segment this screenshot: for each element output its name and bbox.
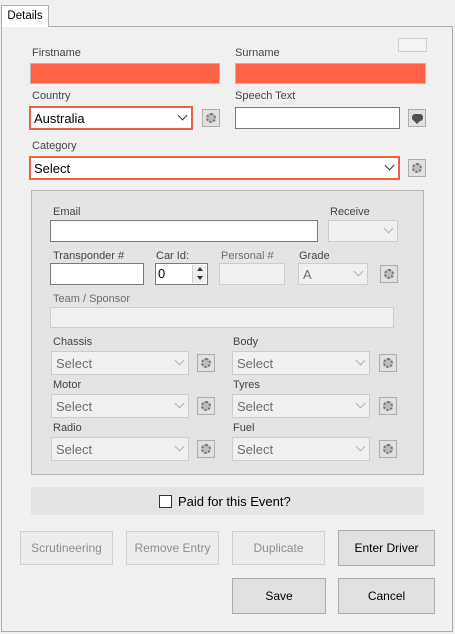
team-sponsor-field[interactable] — [50, 307, 394, 328]
gear-icon — [201, 444, 211, 454]
speech-text-field[interactable] — [235, 107, 400, 129]
transponder-label: Transponder # — [53, 250, 125, 262]
speech-text-label: Speech Text — [235, 90, 296, 102]
category-value: Select — [34, 161, 71, 176]
radio-select[interactable]: Select — [51, 437, 189, 461]
personal-label: Personal # — [221, 250, 274, 262]
tyres-value: Select — [237, 399, 274, 414]
fuel-select[interactable]: Select — [232, 437, 370, 461]
category-settings-button[interactable] — [408, 159, 426, 177]
spin-up-icon[interactable] — [192, 265, 206, 274]
gear-icon — [383, 358, 393, 368]
spin-down-icon[interactable] — [192, 274, 206, 283]
motor-settings-button[interactable] — [197, 397, 215, 415]
body-label: Body — [233, 336, 259, 348]
chassis-value: Select — [56, 356, 93, 371]
speech-play-button[interactable] — [408, 109, 426, 127]
gear-icon — [384, 269, 394, 279]
tyres-select[interactable]: Select — [232, 394, 370, 418]
chassis-settings-button[interactable] — [197, 354, 215, 372]
receive-select[interactable] — [328, 220, 398, 242]
chevron-down-icon — [355, 398, 366, 409]
chevron-down-icon — [174, 441, 185, 452]
car-id-stepper[interactable]: 0 — [155, 263, 208, 285]
paid-for-event-label[interactable]: Paid for this Event? — [178, 494, 291, 509]
body-select[interactable]: Select — [232, 351, 370, 375]
gear-icon — [383, 444, 393, 454]
grade-value: A — [303, 267, 312, 282]
paid-for-event-bar: Paid for this Event? — [31, 487, 424, 515]
gear-icon — [412, 163, 422, 173]
tab-details[interactable]: Details — [1, 5, 49, 27]
chevron-down-icon — [353, 266, 364, 277]
gear-icon — [383, 401, 393, 411]
email-field[interactable] — [50, 220, 318, 242]
transponder-field[interactable] — [50, 263, 144, 285]
car-id-value: 0 — [158, 266, 166, 281]
radio-settings-button[interactable] — [197, 440, 215, 458]
country-value: Australia — [34, 111, 85, 126]
chevron-down-icon — [174, 398, 185, 409]
radio-value: Select — [56, 442, 93, 457]
surname-label: Surname — [235, 47, 280, 59]
motor-select[interactable]: Select — [51, 394, 189, 418]
category-select[interactable]: Select — [29, 156, 400, 180]
gear-icon — [206, 113, 216, 123]
chevron-down-icon — [355, 441, 366, 452]
tyres-label: Tyres — [233, 379, 260, 391]
chevron-down-icon — [177, 110, 188, 121]
gear-icon — [201, 358, 211, 368]
motor-value: Select — [56, 399, 93, 414]
chevron-down-icon — [174, 355, 185, 366]
email-label: Email — [53, 206, 81, 218]
receive-label: Receive — [330, 206, 370, 218]
remove-entry-button[interactable]: Remove Entry — [126, 531, 219, 565]
chevron-down-icon — [384, 160, 395, 171]
chassis-select[interactable]: Select — [51, 351, 189, 375]
grade-select[interactable]: A — [298, 263, 368, 285]
motor-label: Motor — [53, 379, 82, 391]
gear-icon — [201, 401, 211, 411]
country-label: Country — [32, 90, 71, 102]
personal-field[interactable] — [219, 263, 285, 285]
radio-label: Radio — [53, 422, 82, 434]
tab-strip — [0, 0, 455, 24]
grade-settings-button[interactable] — [380, 265, 398, 283]
speech-icon — [412, 114, 423, 124]
chevron-down-icon — [355, 355, 366, 366]
category-label: Category — [32, 140, 77, 152]
fuel-label: Fuel — [233, 422, 255, 434]
firstname-label: Firstname — [32, 47, 81, 59]
enter-driver-button[interactable]: Enter Driver — [338, 530, 435, 566]
paid-for-event-checkbox[interactable] — [159, 495, 172, 508]
country-settings-button[interactable] — [202, 109, 220, 127]
fuel-value: Select — [237, 442, 274, 457]
small-indicator-box — [398, 38, 427, 52]
surname-field[interactable] — [235, 63, 426, 84]
tyres-settings-button[interactable] — [379, 397, 397, 415]
grade-label: Grade — [299, 250, 330, 262]
chassis-label: Chassis — [53, 336, 93, 348]
country-select[interactable]: Australia — [29, 106, 193, 130]
chevron-down-icon — [383, 223, 394, 234]
firstname-field[interactable] — [30, 63, 220, 84]
cancel-button[interactable]: Cancel — [338, 578, 435, 614]
body-settings-button[interactable] — [379, 354, 397, 372]
team-sponsor-label: Team / Sponsor — [53, 293, 131, 305]
scrutineering-button[interactable]: Scrutineering — [20, 531, 113, 565]
duplicate-button[interactable]: Duplicate — [232, 531, 325, 565]
body-value: Select — [237, 356, 274, 371]
car-id-label: Car Id: — [156, 250, 190, 262]
fuel-settings-button[interactable] — [379, 440, 397, 458]
save-button[interactable]: Save — [232, 578, 326, 614]
